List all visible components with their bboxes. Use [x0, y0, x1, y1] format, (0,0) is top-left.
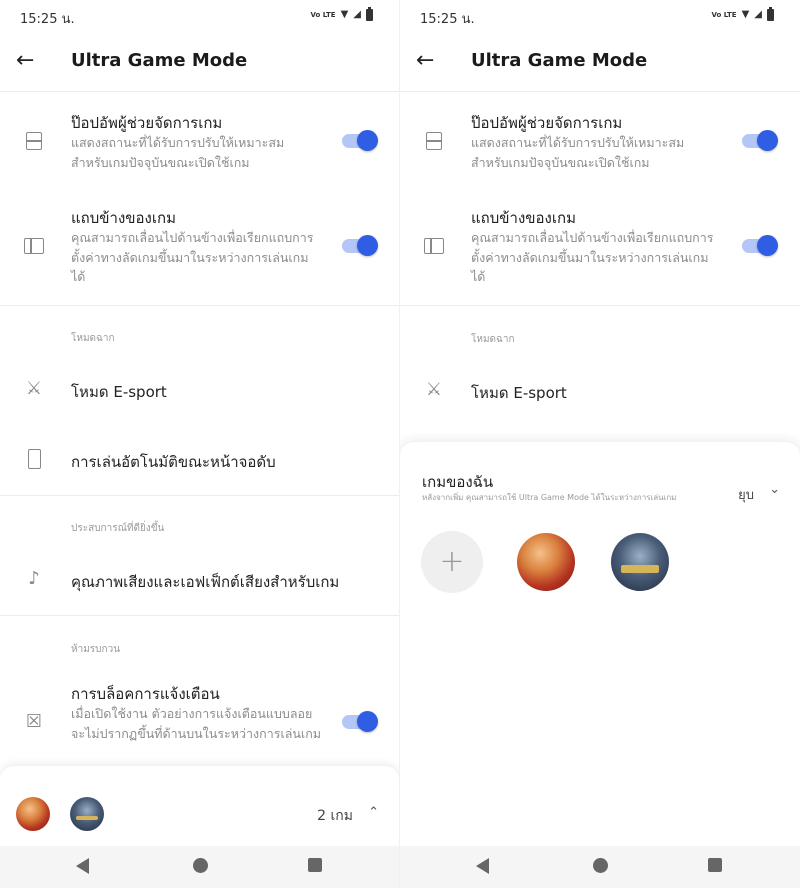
setting-popup[interactable]: ป๊อปอัพผู้ช่วยจัดการเกม แสดงสถานะที่ได้ร…	[400, 103, 800, 193]
section-scene-mode: โหมดฉาก	[71, 333, 115, 344]
setting-sidebar[interactable]: แถบข้างของเกม คุณสามารถเลื่อนไปด้านข้างเ…	[0, 198, 399, 298]
wifi-icon: ▼	[340, 9, 349, 20]
setting-sidebar-subtitle: คุณสามารถเลื่อนไปด้านข้างเพื่อเรียกแถบกา…	[71, 230, 314, 284]
nav-recents-icon[interactable]	[308, 858, 322, 872]
game-avatar-pubg[interactable]	[70, 797, 104, 831]
setting-block-title: การบล็อคการแจ้งเตือน	[71, 685, 220, 703]
settings-screen: 15:25 น. Vo LTE ▼ ◢ ← Ultra Game Mode ป๊…	[0, 0, 400, 888]
setting-esport[interactable]: ⚔ โหมด E-sport	[0, 365, 399, 415]
status-icons: Vo LTE ▼ ◢	[711, 7, 774, 22]
nav-back-icon[interactable]	[76, 858, 89, 874]
signal-icon: ◢	[754, 9, 762, 20]
setting-popup-subtitle: แสดงสถานะที่ได้รับการปรับให้เหมาะสมสำหรั…	[71, 135, 285, 170]
divider	[0, 91, 399, 92]
setting-sidebar-title: แถบข้างของเกม	[471, 209, 576, 227]
system-navbar	[0, 846, 399, 888]
popup-toggle[interactable]	[742, 130, 778, 151]
setting-esport-title: โหมด E-sport	[471, 384, 567, 402]
status-bar: 15:25 น. Vo LTE ▼ ◢	[0, 0, 399, 32]
page-title: Ultra Game Mode	[71, 50, 248, 71]
section-experience: ประสบการณ์ที่ดียิ่งขึ้น	[71, 523, 165, 534]
setting-block-subtitle: เมื่อเปิดใช้งาน ตัวอย่างการแจ้งเตือนแบบล…	[71, 706, 321, 741]
game-avatar-hero[interactable]	[16, 797, 50, 831]
setting-popup-subtitle: แสดงสถานะที่ได้รับการปรับให้เหมาะสมสำหรั…	[471, 135, 685, 170]
chevron-down-icon[interactable]: ⌄	[769, 482, 780, 497]
battery-icon	[767, 7, 774, 21]
setting-block-notifications[interactable]: ☒ การบล็อคการแจ้งเตือน เมื่อเปิดใช้งาน ต…	[0, 676, 399, 766]
nav-back-icon[interactable]	[476, 858, 489, 874]
app-header: ← Ultra Game Mode	[400, 40, 800, 84]
game-avatar-hero[interactable]	[517, 533, 575, 591]
sidebar-toggle[interactable]	[742, 235, 778, 256]
system-navbar	[400, 846, 800, 888]
phone-icon	[22, 447, 46, 471]
wifi-icon: ▼	[741, 9, 750, 20]
sidebar-icon	[422, 234, 446, 258]
crossed-swords-icon: ⚔	[25, 378, 43, 399]
section-scene-mode: โหมดฉาก	[471, 334, 515, 345]
nav-home-icon[interactable]	[193, 858, 208, 873]
sidebar-icon	[22, 234, 46, 258]
setting-esport[interactable]: ⚔ โหมด E-sport	[400, 366, 800, 416]
setting-sidebar[interactable]: แถบข้างของเกม คุณสามารถเลื่อนไปด้านข้างเ…	[400, 198, 800, 298]
setting-sound-title: คุณภาพเสียงและเอฟเฟ็กต์เสียงสำหรับเกม	[71, 573, 340, 591]
ear-icon: ♪	[28, 568, 40, 589]
setting-autoplay-title: การเล่นอัตโนมัติขณะหน้าจอดับ	[71, 453, 276, 471]
nav-home-icon[interactable]	[593, 858, 608, 873]
divider	[0, 305, 399, 306]
setting-sidebar-subtitle: คุณสามารถเลื่อนไปด้านข้างเพื่อเรียกแถบกา…	[471, 230, 714, 284]
status-time: 15:25 น.	[420, 12, 475, 27]
divider	[0, 615, 399, 616]
status-icons: Vo LTE ▼ ◢	[310, 7, 373, 22]
notification-off-icon: ☒	[25, 711, 43, 732]
app-header: ← Ultra Game Mode	[0, 40, 399, 84]
plus-icon: +	[439, 544, 465, 579]
setting-popup[interactable]: ป๊อปอัพผู้ช่วยจัดการเกม แสดงสถานะที่ได้ร…	[0, 103, 399, 193]
popup-window-icon	[422, 129, 446, 153]
back-arrow-icon[interactable]: ←	[416, 48, 434, 73]
setting-sidebar-title: แถบข้างของเกม	[71, 209, 176, 227]
setting-esport-title: โหมด E-sport	[71, 383, 167, 401]
settings-screen-with-sheet: 15:25 น. Vo LTE ▼ ◢ ← Ultra Game Mode ป๊…	[400, 0, 800, 888]
back-arrow-icon[interactable]: ←	[16, 48, 34, 73]
setting-autoplay[interactable]: การเล่นอัตโนมัติขณะหน้าจอดับ	[0, 435, 399, 485]
nav-recents-icon[interactable]	[708, 858, 722, 872]
my-games-sheet: เกมของฉัน หลังจากเพิ่ม คุณสามารถใช้ Ultr…	[400, 442, 800, 846]
status-time: 15:25 น.	[20, 12, 75, 27]
sheet-subtitle: หลังจากเพิ่ม คุณสามารถใช้ Ultra Game Mod…	[422, 493, 677, 502]
status-bar: 15:25 น. Vo LTE ▼ ◢	[400, 0, 800, 32]
setting-sound[interactable]: ♪ คุณภาพเสียงและเอฟเฟ็กต์เสียงสำหรับเกม	[0, 555, 399, 605]
block-toggle[interactable]	[342, 711, 378, 732]
games-count: 2 เกม	[317, 808, 353, 824]
page-title: Ultra Game Mode	[471, 50, 648, 71]
chevron-up-icon[interactable]: ⌃	[368, 805, 379, 820]
sidebar-toggle[interactable]	[342, 235, 378, 256]
volte-icon: Vo LTE	[711, 10, 737, 19]
divider	[0, 495, 399, 496]
games-bottom-bar[interactable]: 2 เกม ⌃	[0, 766, 399, 846]
collapse-button[interactable]: ยุบ	[738, 484, 754, 505]
divider	[400, 305, 800, 306]
volte-icon: Vo LTE	[310, 10, 336, 19]
crossed-swords-icon: ⚔	[425, 379, 443, 400]
game-avatar-pubg[interactable]	[611, 533, 669, 591]
setting-popup-title: ป๊อปอัพผู้ช่วยจัดการเกม	[471, 114, 623, 132]
battery-icon	[366, 7, 373, 21]
popup-window-icon	[22, 129, 46, 153]
signal-icon: ◢	[353, 9, 361, 20]
popup-toggle[interactable]	[342, 130, 378, 151]
setting-popup-title: ป๊อปอัพผู้ช่วยจัดการเกม	[71, 114, 223, 132]
add-game-button[interactable]: +	[421, 531, 483, 593]
section-dnd: ห้ามรบกวน	[71, 644, 121, 655]
divider	[400, 91, 800, 92]
